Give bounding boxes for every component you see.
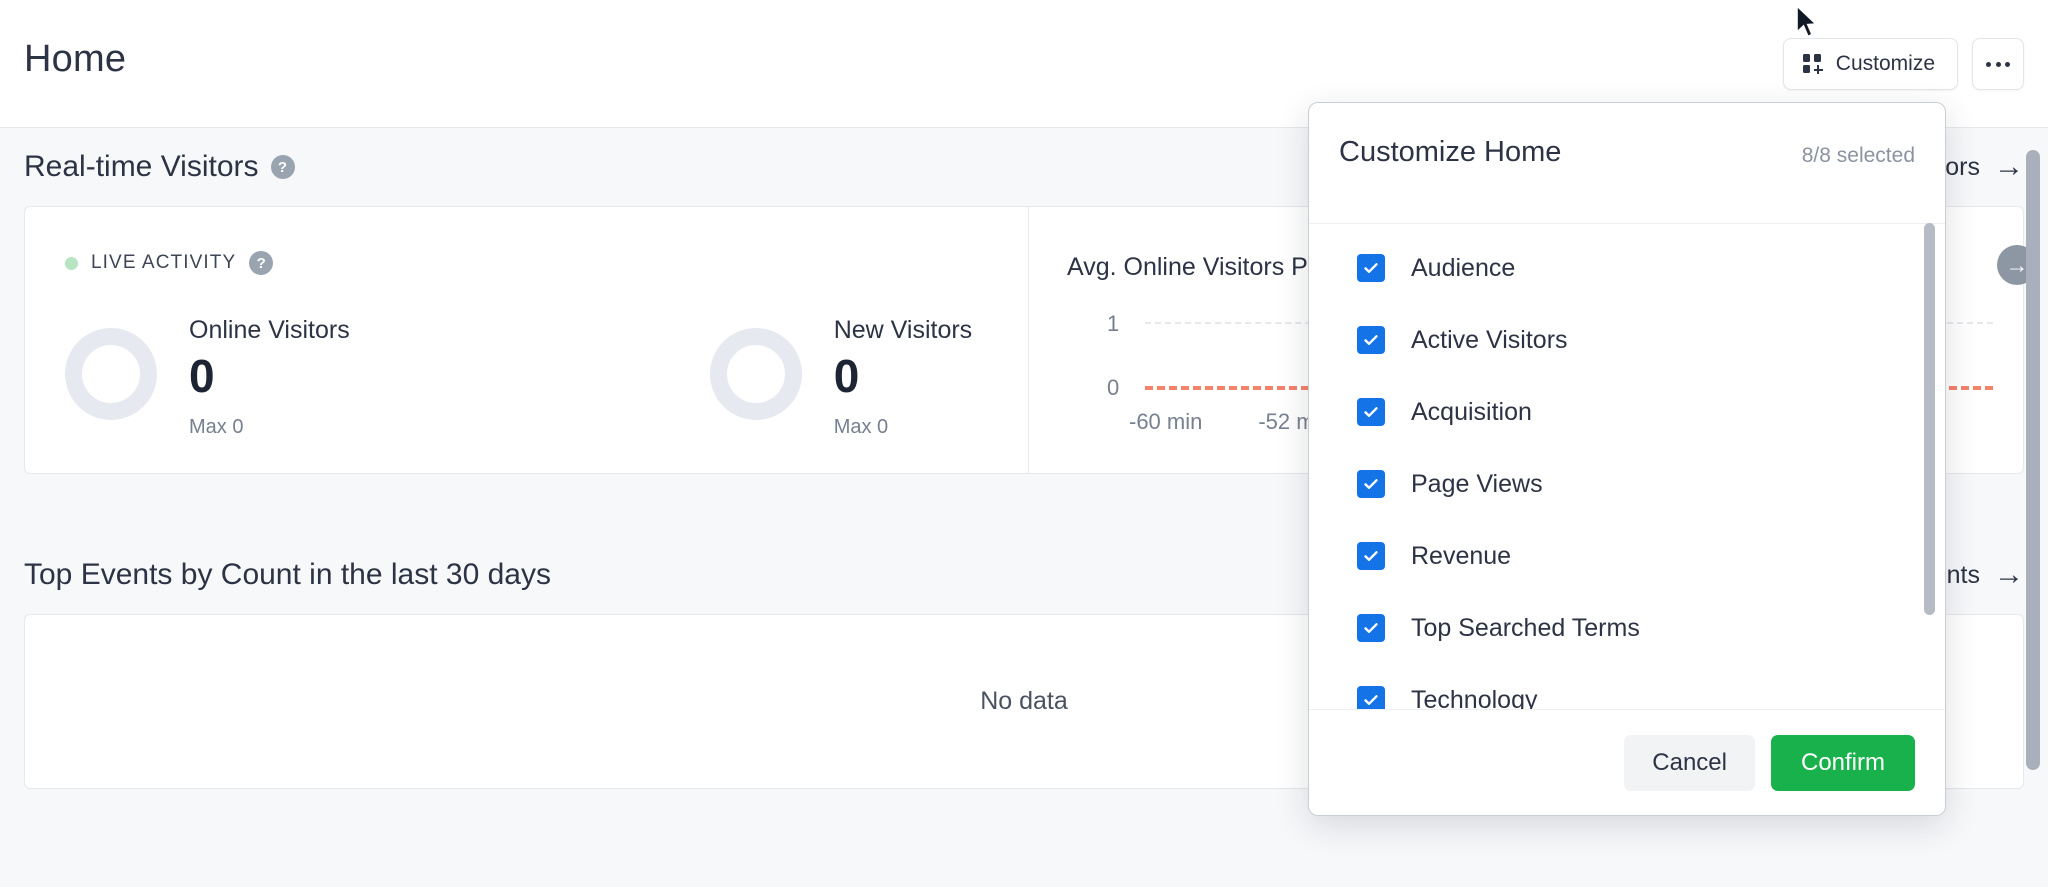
widget-option-label: Technology (1411, 686, 1537, 710)
modal-selected-count: 8/8 selected (1802, 136, 1915, 168)
app-root: Home Customize Real-time Visitors ? tors… (0, 0, 2048, 887)
metric-label: New Visitors (834, 317, 972, 345)
live-activity-panel: LIVE ACTIVITY ? Online Visitors 0 Max 0 (25, 207, 1028, 473)
realtime-section-link[interactable]: tors → (1938, 152, 2024, 182)
live-status-dot-icon (65, 257, 78, 270)
widget-option-row[interactable]: Revenue (1309, 520, 1945, 592)
confirm-button[interactable]: Confirm (1771, 735, 1915, 791)
events-section-link[interactable]: ents → (1933, 560, 2024, 590)
metric-label: Online Visitors (189, 317, 350, 345)
grid-plus-icon (1803, 54, 1823, 74)
modal-list-scrollbar[interactable] (1924, 223, 1935, 615)
y-axis-tick: 1 (1107, 311, 1119, 337)
widget-option-row[interactable]: Page Views (1309, 448, 1945, 520)
donut-ring-icon (65, 328, 157, 420)
metric-new-visitors: New Visitors 0 Max 0 (710, 317, 972, 439)
realtime-title-text: Real-time Visitors (24, 150, 259, 184)
question-mark-icon[interactable]: ? (249, 251, 273, 275)
page-scrollbar[interactable] (2026, 150, 2040, 770)
more-options-button[interactable] (1972, 38, 2024, 90)
widget-option-row[interactable]: Technology (1309, 664, 1945, 709)
cancel-button[interactable]: Cancel (1624, 735, 1755, 791)
widget-option-label: Top Searched Terms (1411, 614, 1640, 643)
widget-option-row[interactable]: Audience (1309, 232, 1945, 304)
widget-option-row[interactable]: Active Visitors (1309, 304, 1945, 376)
metric-value: 0 (189, 353, 350, 399)
arrow-right-icon: → (1994, 152, 2024, 182)
widget-option-label: Page Views (1411, 470, 1543, 499)
metric-value: 0 (834, 353, 972, 399)
widget-option-label: Acquisition (1411, 398, 1532, 427)
modal-footer: Cancel Confirm (1309, 709, 1945, 815)
empty-state-text: No data (980, 687, 1068, 716)
arrow-right-icon: → (1994, 560, 2024, 590)
live-metrics: Online Visitors 0 Max 0 New Visitors 0 M… (65, 317, 972, 439)
x-axis-tick: -60 min (1129, 409, 1202, 435)
realtime-section-title: Real-time Visitors ? (24, 150, 295, 184)
events-section-title: Top Events by Count in the last 30 days (24, 558, 551, 592)
mouse-cursor-icon (1795, 5, 1821, 39)
page-title: Home (24, 38, 126, 81)
donut-ring-icon (710, 328, 802, 420)
metric-max: Max 0 (834, 416, 972, 439)
chart-title: Avg. Online Visitors Pe (1067, 253, 1322, 282)
widget-option-label: Active Visitors (1411, 326, 1568, 355)
checkbox-checked-icon[interactable] (1357, 254, 1385, 282)
checkbox-checked-icon[interactable] (1357, 470, 1385, 498)
checkbox-checked-icon[interactable] (1357, 326, 1385, 354)
customize-button-label: Customize (1836, 52, 1935, 76)
customize-home-modal: Customize Home 8/8 selected Audience Acti… (1308, 102, 1946, 816)
checkbox-checked-icon[interactable] (1357, 614, 1385, 642)
question-mark-icon[interactable]: ? (271, 155, 295, 179)
metric-max: Max 0 (189, 416, 350, 439)
widget-option-list[interactable]: Audience Active Visitors Acquisition Page V… (1309, 223, 1945, 709)
widget-option-label: Revenue (1411, 542, 1511, 571)
modal-header: Customize Home 8/8 selected (1309, 103, 1945, 223)
customize-button[interactable]: Customize (1783, 38, 1958, 90)
live-activity-header: LIVE ACTIVITY ? (65, 251, 273, 275)
checkbox-checked-icon[interactable] (1357, 686, 1385, 709)
widget-option-row[interactable]: Acquisition (1309, 376, 1945, 448)
checkbox-checked-icon[interactable] (1357, 542, 1385, 570)
top-bar-actions: Customize (1783, 38, 2024, 90)
metric-online-visitors: Online Visitors 0 Max 0 (65, 317, 350, 439)
live-activity-label: LIVE ACTIVITY (91, 252, 236, 274)
checkbox-checked-icon[interactable] (1357, 398, 1385, 426)
events-title-text: Top Events by Count in the last 30 days (24, 558, 551, 592)
ellipsis-icon (1986, 62, 2010, 67)
y-axis-tick: 0 (1107, 375, 1119, 401)
widget-option-row[interactable]: Top Searched Terms (1309, 592, 1945, 664)
modal-title: Customize Home (1339, 136, 1561, 169)
widget-option-label: Audience (1411, 254, 1515, 283)
